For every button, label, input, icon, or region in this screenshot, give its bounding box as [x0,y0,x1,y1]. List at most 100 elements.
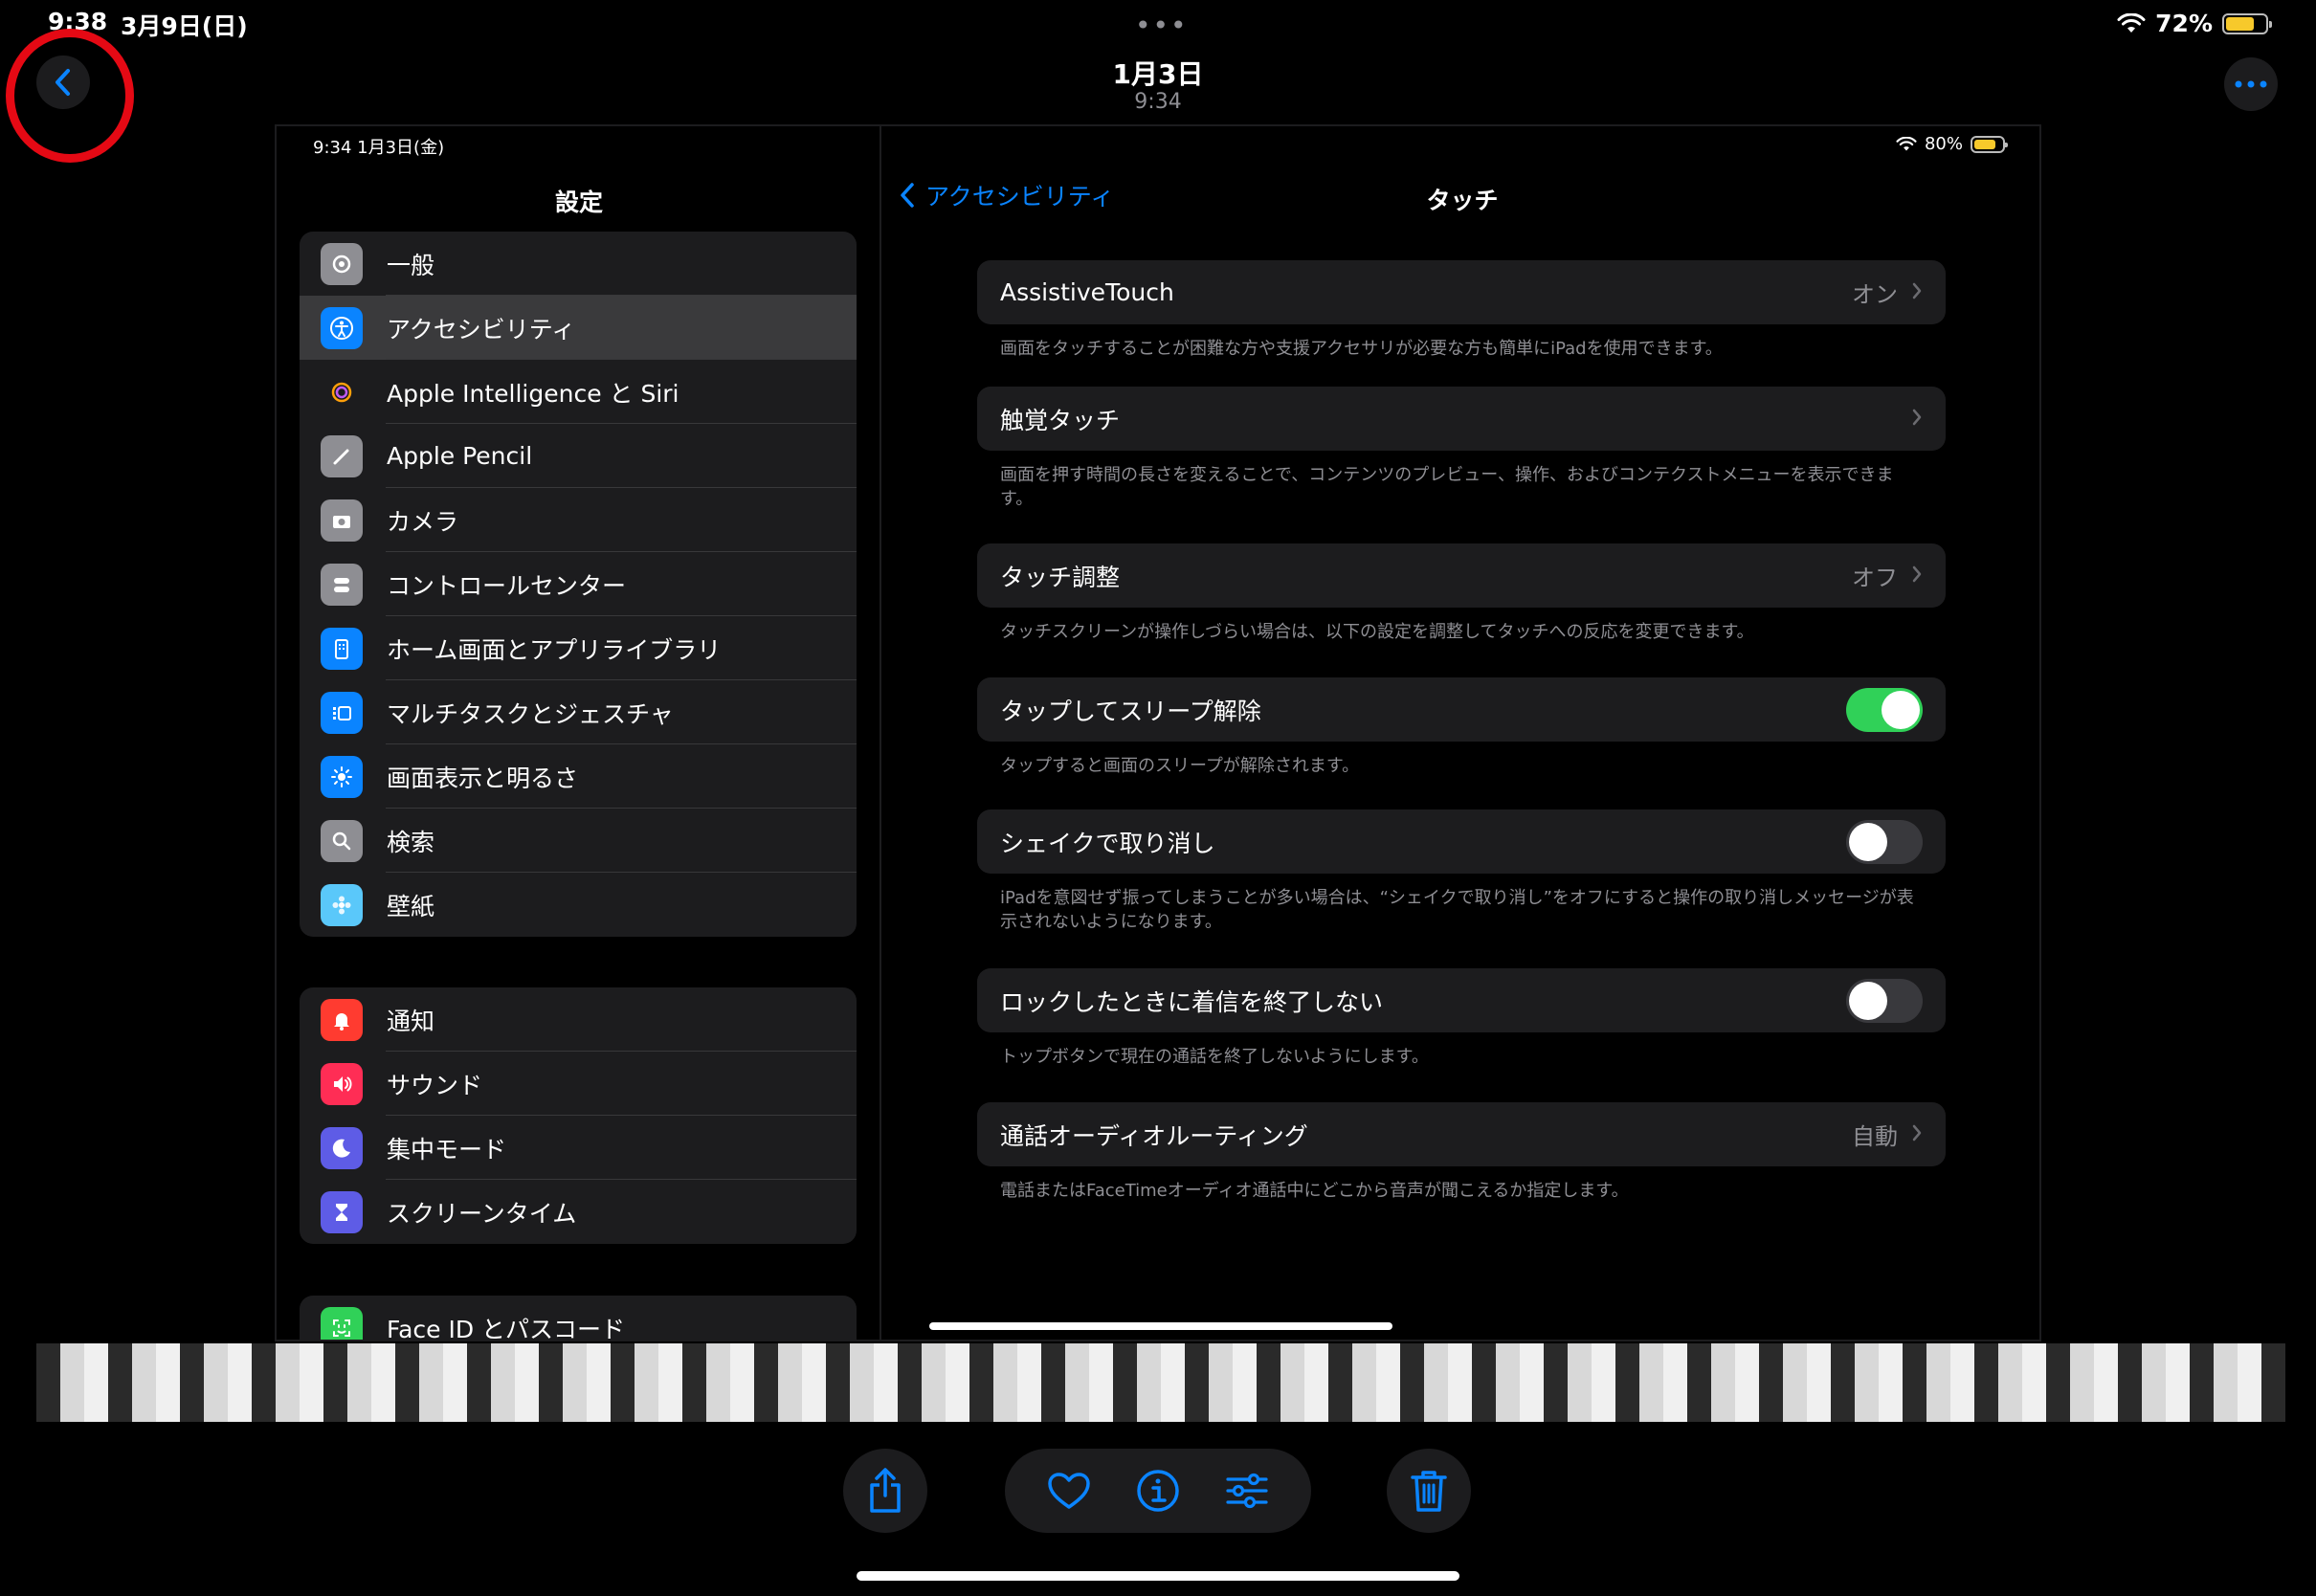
multitask-dots-icon[interactable]: ••• [1135,10,1189,41]
thumbnail-tile[interactable] [443,1343,467,1422]
link-setting-row[interactable]: 触覚タッチ [977,387,1946,451]
thumbnail-tile[interactable] [1879,1343,1903,1422]
thumbnail-tile[interactable] [1855,1343,1879,1422]
thumbnail-tile[interactable] [993,1343,1017,1422]
thumbnail-tile[interactable] [1472,1343,1496,1422]
thumbnail-tile[interactable] [706,1343,730,1422]
thumbnail-tile[interactable] [2118,1343,2142,1422]
thumbnail-tile[interactable] [1089,1343,1113,1422]
thumbnail-tile[interactable] [1209,1343,1233,1422]
thumbnail-tile[interactable] [1065,1343,1089,1422]
thumbnail-tile[interactable] [1257,1343,1280,1422]
thumbnail-tile[interactable] [1592,1343,1615,1422]
info-button[interactable] [1129,1462,1187,1519]
thumbnail-tile[interactable] [515,1343,539,1422]
thumbnail-tile[interactable] [156,1343,180,1422]
sidebar-item[interactable]: ホーム画面とアプリライブラリ [300,616,857,680]
sidebar-item[interactable]: アクセシビリティ [300,296,857,360]
sidebar-item[interactable]: 集中モード [300,1116,857,1180]
home-indicator[interactable] [857,1571,1459,1581]
thumbnail-tile[interactable] [36,1343,60,1422]
thumbnail-tile[interactable] [1017,1343,1041,1422]
thumbnail-tile[interactable] [754,1343,778,1422]
thumbnail-tile[interactable] [2190,1343,2214,1422]
thumbnail-tile[interactable] [1400,1343,1424,1422]
thumbnail-tile[interactable] [1304,1343,1328,1422]
thumbnail-tile[interactable] [1711,1343,1735,1422]
sidebar-item[interactable]: コントロールセンター [300,552,857,616]
thumbnail-tile[interactable] [730,1343,754,1422]
thumbnail-tile[interactable] [1376,1343,1400,1422]
thumbnail-tile[interactable] [1448,1343,1472,1422]
link-setting-row[interactable]: タッチ調整 オフ [977,543,1946,608]
sidebar-item[interactable]: Apple Intelligence と Siri [300,360,857,424]
thumbnail-tile[interactable] [658,1343,682,1422]
thumbnail-tile[interactable] [1544,1343,1568,1422]
thumbnail-tile[interactable] [2046,1343,2070,1422]
thumbnail-tile[interactable] [347,1343,371,1422]
thumbnail-tile[interactable] [778,1343,802,1422]
thumbnail-tile[interactable] [635,1343,658,1422]
thumbnail-tile[interactable] [1185,1343,1209,1422]
sidebar-item[interactable]: カメラ [300,488,857,552]
thumbnail-tile[interactable] [1352,1343,1376,1422]
thumbnail-tile[interactable] [922,1343,946,1422]
thumbnail-tile[interactable] [1041,1343,1065,1422]
thumbnail-tile[interactable] [874,1343,898,1422]
link-setting-row[interactable]: 通話オーディオルーティング 自動 [977,1102,1946,1166]
thumbnail-tile[interactable] [276,1343,300,1422]
thumbnail-tile[interactable] [946,1343,969,1422]
thumbnail-tile[interactable] [1831,1343,1855,1422]
toggle-setting-row[interactable]: ロックしたときに着信を終了しない [977,968,1946,1032]
thumbnail-tile[interactable] [1233,1343,1257,1422]
delete-button[interactable] [1387,1449,1471,1533]
share-button[interactable] [843,1449,927,1533]
thumbnail-tile[interactable] [1280,1343,1304,1422]
sidebar-item[interactable]: 一般 [300,232,857,296]
sidebar-item[interactable]: 検索 [300,809,857,873]
thumbnail-tile[interactable] [108,1343,132,1422]
thumbnail-tile[interactable] [1974,1343,1998,1422]
thumbnail-tile[interactable] [826,1343,850,1422]
thumbnail-tile[interactable] [180,1343,204,1422]
thumbnail-tile[interactable] [1926,1343,1950,1422]
thumbnail-tile[interactable] [2070,1343,2094,1422]
thumbnail-tile[interactable] [1568,1343,1592,1422]
thumbnail-tile[interactable] [1424,1343,1448,1422]
thumbnail-tile[interactable] [228,1343,252,1422]
thumbnail-tile[interactable] [419,1343,443,1422]
favorite-button[interactable] [1040,1462,1098,1519]
thumbnail-tile[interactable] [395,1343,419,1422]
thumbnail-tile[interactable] [84,1343,108,1422]
thumbnail-tile[interactable] [300,1343,323,1422]
thumbnail-tile[interactable] [467,1343,491,1422]
thumbnail-tile[interactable] [587,1343,611,1422]
sidebar-item[interactable]: マルチタスクとジェスチャ [300,680,857,744]
link-setting-row[interactable]: AssistiveTouch オン [977,260,1946,324]
toggle-switch[interactable] [1846,687,1923,732]
pixelated-filmstrip[interactable] [36,1343,2285,1422]
thumbnail-tile[interactable] [491,1343,515,1422]
thumbnail-tile[interactable] [204,1343,228,1422]
thumbnail-tile[interactable] [1161,1343,1185,1422]
sidebar-item[interactable]: スクリーンタイム [300,1180,857,1244]
adjust-button[interactable] [1218,1462,1276,1519]
thumbnail-tile[interactable] [1615,1343,1639,1422]
thumbnail-tile[interactable] [1759,1343,1783,1422]
sidebar-item[interactable]: サウンド [300,1052,857,1116]
thumbnail-tile[interactable] [323,1343,347,1422]
thumbnail-tile[interactable] [1520,1343,1544,1422]
thumbnail-tile[interactable] [2238,1343,2261,1422]
toggle-setting-row[interactable]: タップしてスリープ解除 [977,677,1946,742]
thumbnail-tile[interactable] [1328,1343,1352,1422]
thumbnail-tile[interactable] [2094,1343,2118,1422]
thumbnail-tile[interactable] [371,1343,395,1422]
thumbnail-tile[interactable] [682,1343,706,1422]
thumbnail-tile[interactable] [1639,1343,1663,1422]
thumbnail-tile[interactable] [1687,1343,1711,1422]
thumbnail-tile[interactable] [563,1343,587,1422]
toggle-switch[interactable] [1846,819,1923,864]
thumbnail-tile[interactable] [539,1343,563,1422]
thumbnail-tile[interactable] [2022,1343,2046,1422]
thumbnail-tile[interactable] [1950,1343,1974,1422]
